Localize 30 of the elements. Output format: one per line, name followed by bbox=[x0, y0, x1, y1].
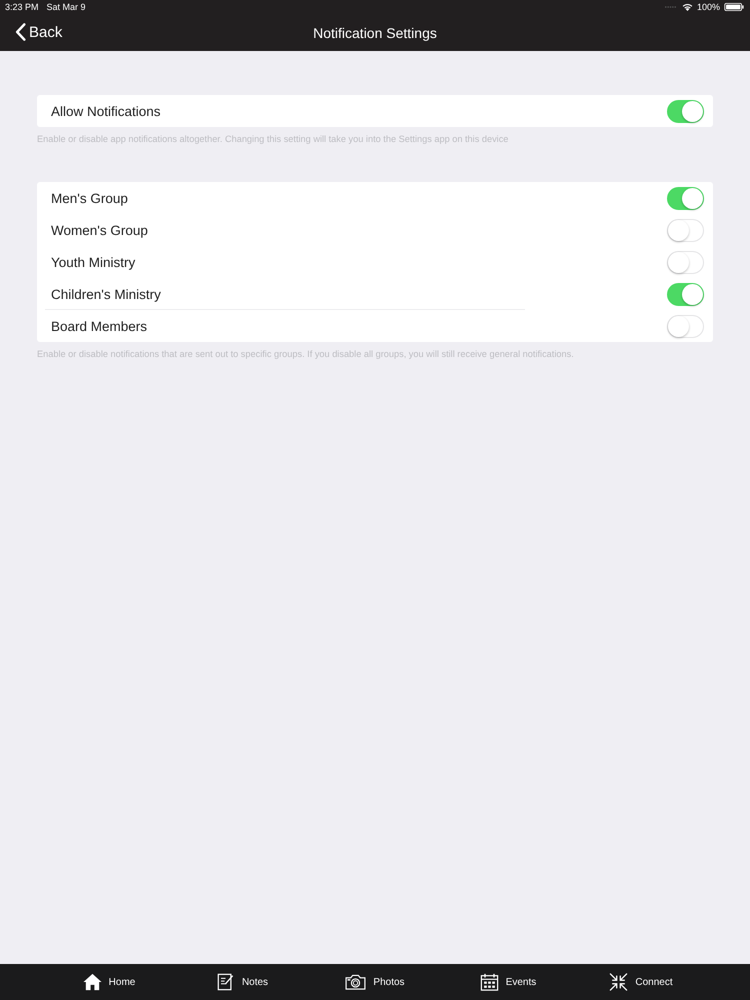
setting-label: Women's Group bbox=[51, 222, 149, 238]
chevron-left-icon bbox=[15, 23, 26, 41]
setting-label: Children's Ministry bbox=[51, 286, 162, 302]
status-date: Sat Mar 9 bbox=[46, 1, 86, 13]
tab-bar-item[interactable]: Photos bbox=[308, 967, 442, 997]
setting-label: Board Members bbox=[51, 318, 148, 334]
calendar-icon bbox=[480, 973, 499, 991]
toggle-switch[interactable] bbox=[667, 282, 704, 306]
toggle-switch[interactable] bbox=[667, 314, 704, 338]
tab-bar-item[interactable]: Home bbox=[42, 967, 176, 997]
note-pencil-icon bbox=[216, 973, 235, 991]
setting-label: Men's Group bbox=[51, 190, 129, 206]
back-button[interactable]: Back bbox=[13, 21, 64, 43]
tab-bar-item[interactable]: Notes bbox=[176, 967, 308, 997]
tab-bar-item[interactable]: Connect bbox=[574, 967, 708, 997]
setting-label: Youth Ministry bbox=[51, 254, 136, 270]
wifi-icon bbox=[682, 3, 693, 11]
nav-title: Notification Settings bbox=[313, 24, 437, 40]
toggle-switch[interactable] bbox=[667, 186, 704, 210]
toggle-switch[interactable] bbox=[667, 100, 704, 122]
toggle-switch[interactable] bbox=[667, 218, 704, 242]
battery-percent: 100% bbox=[696, 1, 720, 13]
battery-icon bbox=[724, 3, 744, 11]
tab-bar-item[interactable]: Events bbox=[442, 967, 574, 997]
setting-label: Allow Notifications bbox=[51, 104, 162, 118]
toggle-switch[interactable] bbox=[667, 250, 704, 274]
arrows-inward-icon bbox=[609, 973, 628, 991]
status-time: 3:23 PM bbox=[5, 1, 39, 13]
house-icon bbox=[82, 973, 102, 991]
camera-icon bbox=[345, 974, 366, 990]
